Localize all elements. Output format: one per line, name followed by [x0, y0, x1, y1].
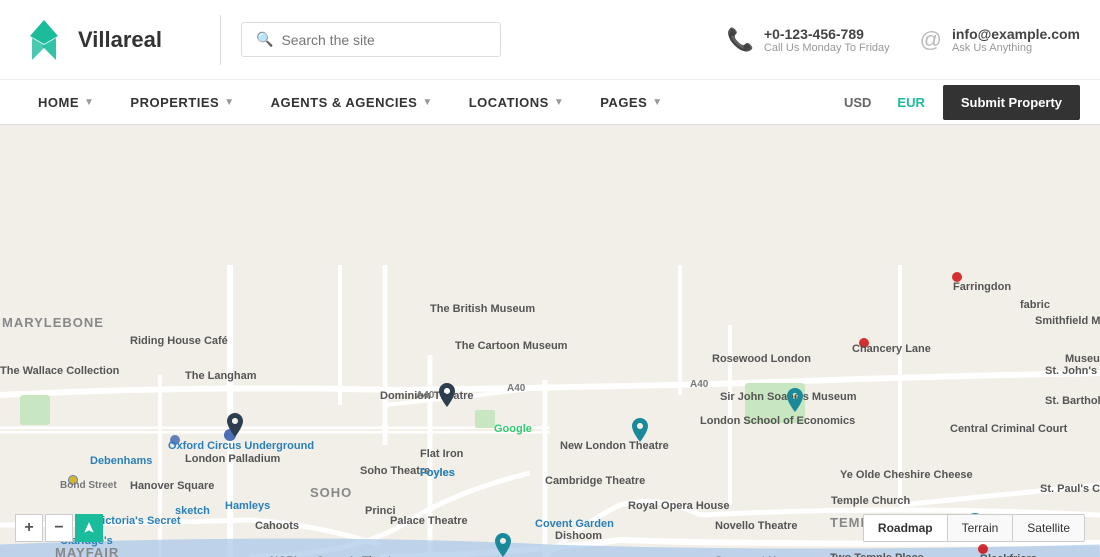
- map-svg: [0, 125, 1100, 557]
- satellite-button[interactable]: Satellite: [1013, 515, 1084, 541]
- logo-icon: [20, 16, 68, 64]
- map-container[interactable]: MARYLEBONESOHOMAYFAIRTEMPLEThe Wallace C…: [0, 125, 1100, 557]
- navigate-icon: [82, 521, 96, 535]
- map-pin[interactable]: [435, 383, 459, 415]
- zoom-out-button[interactable]: −: [45, 514, 73, 542]
- search-input[interactable]: [281, 32, 486, 48]
- roadmap-button[interactable]: Roadmap: [864, 515, 948, 541]
- phone-contact: 📞 +0-123-456-789 Call Us Monday To Frida…: [726, 26, 889, 54]
- phone-number: +0-123-456-789: [764, 26, 890, 42]
- nav-properties[interactable]: PROPERTIES ▼: [112, 80, 252, 125]
- nav-locations-arrow: ▼: [554, 97, 564, 108]
- currency-eur[interactable]: EUR: [889, 90, 932, 115]
- nav-locations-label: LOCATIONS: [469, 95, 549, 110]
- logo-text: Villareal: [78, 27, 162, 53]
- nav-pages-arrow: ▼: [652, 97, 662, 108]
- map-controls: + −: [15, 514, 103, 542]
- nav-locations[interactable]: LOCATIONS ▼: [451, 80, 583, 125]
- header-divider: [220, 15, 221, 65]
- email-sub: Ask Us Anything: [952, 42, 1080, 54]
- phone-sub: Call Us Monday To Friday: [764, 42, 890, 54]
- phone-info: +0-123-456-789 Call Us Monday To Friday: [764, 26, 890, 54]
- nav-agents-arrow: ▼: [422, 97, 432, 108]
- email-address: info@example.com: [952, 26, 1080, 42]
- nav-pages-label: PAGES: [600, 95, 647, 110]
- submit-property-button[interactable]: Submit Property: [943, 85, 1080, 120]
- nav-home[interactable]: HOME ▼: [20, 80, 112, 125]
- nav-agents[interactable]: AGENTS & AGENCIES ▼: [253, 80, 451, 125]
- search-box[interactable]: 🔍: [241, 22, 501, 57]
- email-icon: @: [920, 27, 942, 53]
- map-pin[interactable]: [783, 388, 807, 420]
- nav-agents-label: AGENTS & AGENCIES: [271, 95, 418, 110]
- header-contact: 📞 +0-123-456-789 Call Us Monday To Frida…: [726, 26, 1080, 54]
- terrain-button[interactable]: Terrain: [948, 515, 1014, 541]
- map-type-buttons: Roadmap Terrain Satellite: [863, 514, 1085, 542]
- nav-properties-label: PROPERTIES: [130, 95, 219, 110]
- currency-usd[interactable]: USD: [836, 90, 879, 115]
- logo-area: Villareal: [20, 16, 200, 64]
- map-pin[interactable]: [491, 533, 515, 557]
- nav-properties-arrow: ▼: [224, 97, 234, 108]
- navbar: HOME ▼ PROPERTIES ▼ AGENTS & AGENCIES ▼ …: [0, 80, 1100, 125]
- search-icon: 🔍: [256, 31, 273, 48]
- navigate-button[interactable]: [75, 514, 103, 542]
- zoom-in-button[interactable]: +: [15, 514, 43, 542]
- map-pin[interactable]: [223, 413, 247, 445]
- nav-home-label: HOME: [38, 95, 79, 110]
- email-info: info@example.com Ask Us Anything: [952, 26, 1080, 54]
- header: Villareal 🔍 📞 +0-123-456-789 Call Us Mon…: [0, 0, 1100, 80]
- email-contact: @ info@example.com Ask Us Anything: [920, 26, 1080, 54]
- phone-icon: 📞: [726, 27, 753, 53]
- nav-home-arrow: ▼: [84, 97, 94, 108]
- nav-right: USD EUR Submit Property: [836, 85, 1080, 120]
- map-pin[interactable]: [628, 418, 652, 450]
- nav-pages[interactable]: PAGES ▼: [582, 80, 680, 125]
